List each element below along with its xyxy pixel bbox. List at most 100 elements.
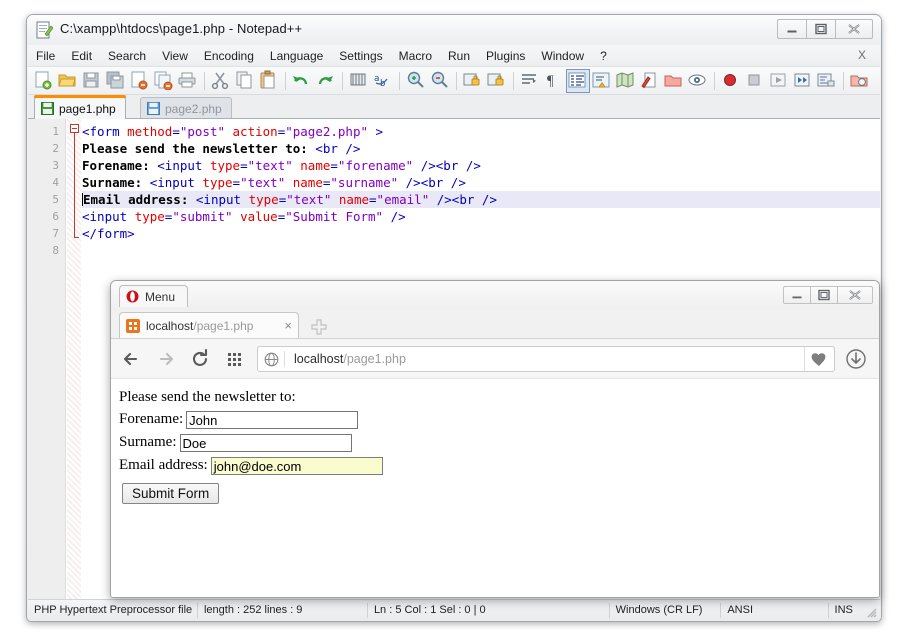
- cut-icon[interactable]: [210, 70, 232, 92]
- stop-recording-icon[interactable]: [744, 70, 766, 92]
- status-encoding: ANSI: [721, 603, 828, 618]
- sync-vertical-scroll-icon[interactable]: [462, 70, 484, 92]
- code-line: </form>: [82, 225, 880, 242]
- close-button[interactable]: [837, 286, 873, 304]
- menu-macro[interactable]: Macro: [391, 47, 440, 65]
- redo-icon[interactable]: [315, 70, 337, 92]
- close-document-button[interactable]: X: [858, 48, 866, 62]
- open-file-icon[interactable]: [57, 70, 79, 92]
- save-macro-icon[interactable]: [816, 70, 838, 92]
- menu-edit[interactable]: Edit: [63, 47, 100, 65]
- maximize-button[interactable]: [806, 19, 836, 39]
- reload-icon[interactable]: [187, 346, 213, 372]
- toolbar-separator: [204, 72, 205, 90]
- close-file-icon[interactable]: [129, 70, 151, 92]
- print-icon[interactable]: [177, 70, 199, 92]
- code-line: <input type="submit" value="Submit Form"…: [82, 208, 880, 225]
- word-wrap-icon[interactable]: [519, 70, 541, 92]
- minimize-button[interactable]: [783, 286, 811, 304]
- screen: C:\xampp\htdocs\page1.php - Notepad++ Fi…: [0, 0, 909, 642]
- new-file-icon[interactable]: [33, 70, 55, 92]
- fold-range-line: [74, 133, 75, 238]
- newsletter-intro-text: Please send the newsletter to:: [119, 389, 879, 406]
- tab-page1[interactable]: page1.php: [34, 97, 126, 119]
- copy-icon[interactable]: [234, 70, 256, 92]
- new-tab-plus-icon[interactable]: [311, 319, 327, 335]
- email-input[interactable]: john@doe.com: [211, 457, 383, 475]
- menu-settings[interactable]: Settings: [331, 47, 390, 65]
- function-list-icon[interactable]: [663, 70, 685, 92]
- maximize-button[interactable]: [810, 286, 838, 304]
- back-arrow-icon[interactable]: [119, 346, 145, 372]
- show-all-characters-icon[interactable]: ¶: [543, 70, 565, 92]
- opera-menu-button[interactable]: Menu: [119, 285, 188, 307]
- close-all-icon[interactable]: [153, 70, 175, 92]
- address-input[interactable]: localhost/page1.php: [285, 352, 406, 366]
- surname-row: Surname: Doe: [119, 432, 879, 453]
- downloads-arrow-icon[interactable]: [843, 346, 869, 372]
- status-position: Ln : 5 Col : 1 Sel : 0 | 0: [368, 603, 610, 618]
- sync-horizontal-scroll-icon[interactable]: [486, 70, 508, 92]
- forward-arrow-icon[interactable]: [153, 346, 179, 372]
- heart-icon[interactable]: [804, 347, 833, 371]
- menu-encoding[interactable]: Encoding: [196, 47, 262, 65]
- replace-icon[interactable]: ab: [372, 70, 394, 92]
- line-number: 6: [28, 208, 65, 225]
- undo-icon[interactable]: [291, 70, 313, 92]
- paste-icon[interactable]: [258, 70, 280, 92]
- menu-help[interactable]: ?: [592, 47, 615, 65]
- menu-plugins[interactable]: Plugins: [478, 47, 533, 65]
- line-number: 5: [28, 191, 65, 208]
- saved-file-icon: [41, 102, 54, 115]
- close-button[interactable]: [835, 19, 873, 39]
- save-icon[interactable]: [81, 70, 103, 92]
- folder-as-workspace-icon[interactable]: [687, 70, 709, 92]
- surname-input[interactable]: Doe: [180, 434, 352, 452]
- collapse-fold-icon[interactable]: [70, 124, 79, 133]
- status-language: PHP Hypertext Preprocessor file: [28, 603, 198, 618]
- line-number: 3: [28, 157, 65, 174]
- notepad-titlebar[interactable]: C:\xampp\htdocs\page1.php - Notepad++: [27, 15, 881, 45]
- zoom-in-icon[interactable]: [405, 70, 427, 92]
- email-label: Email address:: [119, 457, 208, 474]
- save-all-icon[interactable]: [105, 70, 127, 92]
- code-folding-margin[interactable]: [67, 119, 81, 599]
- menu-file[interactable]: File: [28, 47, 63, 65]
- tab-page2[interactable]: page2.php: [140, 97, 232, 119]
- svg-text:a: a: [374, 74, 379, 84]
- notepad-statusbar: PHP Hypertext Preprocessor file length :…: [28, 599, 880, 620]
- indent-guide-icon[interactable]: [567, 70, 589, 92]
- toolbar-separator: [513, 72, 514, 90]
- menu-search[interactable]: Search: [100, 47, 154, 65]
- forename-label: Forename:: [119, 411, 183, 428]
- address-bar[interactable]: localhost/page1.php: [257, 346, 835, 372]
- speed-dial-grid-icon[interactable]: [221, 346, 247, 372]
- playback-icon[interactable]: [768, 70, 790, 92]
- run-macro-multiple-icon[interactable]: [792, 70, 814, 92]
- browser-tab-page1[interactable]: localhost/page1.php ×: [119, 312, 299, 338]
- web-page-content: Please send the newsletter to: Forename:…: [111, 378, 879, 597]
- find-icon[interactable]: [348, 70, 370, 92]
- menu-run[interactable]: Run: [440, 47, 478, 65]
- menu-language[interactable]: Language: [262, 47, 331, 65]
- zoom-out-icon[interactable]: [429, 70, 451, 92]
- tab-page1-label: page1.php: [59, 102, 116, 116]
- menu-view[interactable]: View: [154, 47, 196, 65]
- submit-form-button[interactable]: Submit Form: [122, 483, 219, 504]
- run-icon[interactable]: [849, 70, 871, 92]
- user-defined-dialog-icon[interactable]: [591, 70, 613, 92]
- menu-window[interactable]: Window: [533, 47, 592, 65]
- code-text[interactable]: <form method="post" action="page2.php" >…: [82, 123, 880, 259]
- saved-file-icon: [147, 102, 160, 115]
- document-list-icon[interactable]: [639, 70, 661, 92]
- email-row: Email address: john@doe.com: [119, 455, 879, 476]
- show-document-map-icon[interactable]: [615, 70, 637, 92]
- notepad-tabbar: page1.php page2.php: [28, 95, 880, 119]
- minimize-button[interactable]: [777, 19, 807, 39]
- resize-grip[interactable]: [865, 606, 877, 618]
- line-number-gutter: 1 2 3 4 5 6 7 8: [28, 119, 66, 599]
- record-macro-icon[interactable]: [720, 70, 742, 92]
- globe-icon[interactable]: [258, 347, 284, 371]
- forename-input[interactable]: John: [186, 411, 358, 429]
- close-icon[interactable]: ×: [280, 318, 292, 333]
